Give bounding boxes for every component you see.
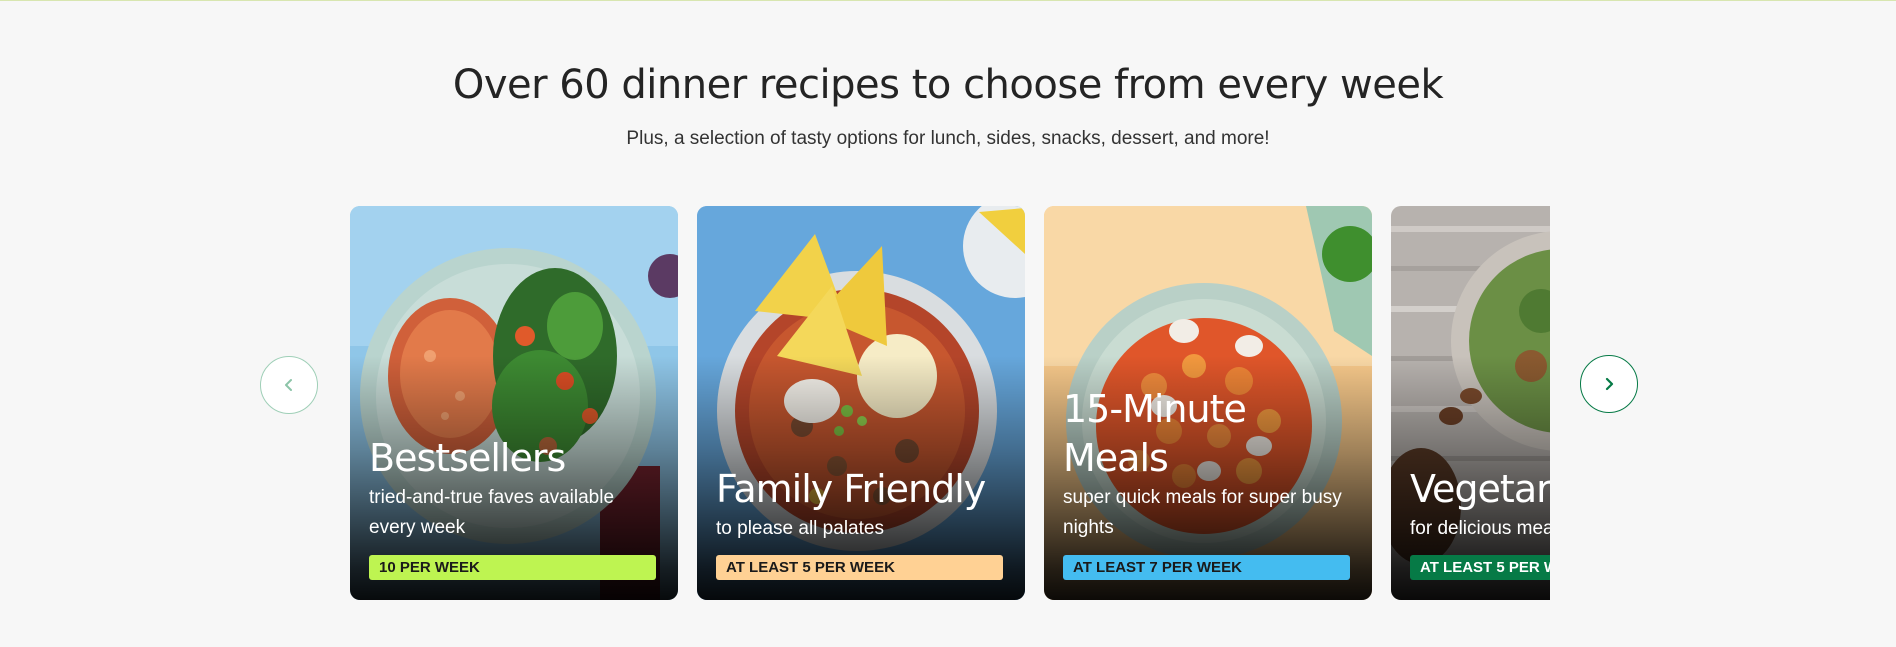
card-subtitle: super quick meals for super busy nights — [1063, 487, 1342, 538]
section-subhead: Plus, a selection of tasty options for l… — [626, 128, 1270, 149]
card-badge: 10 PER WEEK — [369, 555, 656, 580]
card-title: Vegetarian — [1410, 467, 1550, 511]
card-badge: AT LEAST 7 PER WEEK — [1063, 555, 1350, 580]
top-divider — [0, 0, 1896, 1]
chevron-left-icon — [285, 379, 292, 391]
card-text-block: Family Friendly to please all palates — [716, 465, 1006, 544]
card-title: Bestsellers — [369, 436, 566, 480]
section-headline: Over 60 dinner recipes to choose from ev… — [452, 62, 1444, 108]
carousel-card-family-friendly[interactable]: Family Friendly to please all palates AT… — [697, 206, 1025, 600]
carousel-next-button[interactable] — [1580, 355, 1638, 413]
card-badge: AT LEAST 5 PER WEEK — [1410, 555, 1550, 580]
carousel-prev-button[interactable] — [260, 356, 318, 414]
card-title: Family Friendly — [716, 467, 986, 511]
recipe-carousel: Bestsellers tried-and-true faves availab… — [350, 206, 1550, 600]
card-text-block: 15-Minute Meals super quick meals for su… — [1063, 385, 1353, 543]
card-title: 15-Minute Meals — [1063, 387, 1247, 480]
carousel-card-bestsellers[interactable]: Bestsellers tried-and-true faves availab… — [350, 206, 678, 600]
chevron-right-icon — [1605, 377, 1614, 391]
card-subtitle: for delicious meatless meals — [1410, 518, 1550, 539]
card-text-block: Vegetarian for delicious meatless meals — [1410, 465, 1550, 544]
card-subtitle: tried-and-true faves available every wee… — [369, 487, 615, 538]
card-badge: AT LEAST 5 PER WEEK — [716, 555, 1003, 580]
carousel-card-15-minute-meals[interactable]: 15-Minute Meals super quick meals for su… — [1044, 206, 1372, 600]
card-text-block: Bestsellers tried-and-true faves availab… — [369, 434, 659, 543]
card-subtitle: to please all palates — [716, 518, 884, 539]
carousel-card-vegetarian[interactable]: Vegetarian for delicious meatless meals … — [1391, 206, 1550, 600]
